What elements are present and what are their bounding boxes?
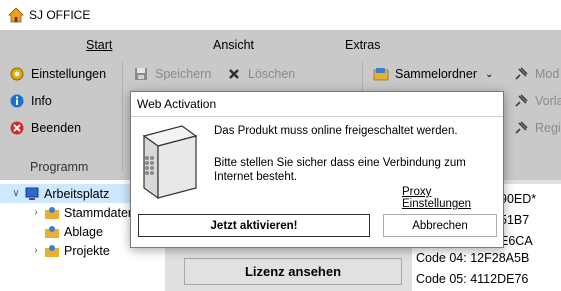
product-box-icon — [142, 125, 198, 200]
register-button[interactable]: Regi — [513, 118, 561, 138]
sammelordner-button[interactable]: Sammelordner ⌄ — [373, 64, 493, 84]
delete-icon — [229, 69, 239, 79]
folder-people-icon — [45, 206, 59, 219]
house-icon — [8, 7, 24, 23]
proxy-settings-link[interactable]: Proxy Einstellungen — [402, 186, 503, 210]
beenden-button[interactable]: Beenden — [9, 118, 81, 138]
tab-ansicht[interactable]: Ansicht — [213, 38, 254, 52]
vorlage-label: Vorla — [535, 94, 561, 108]
info-button[interactable]: Info — [9, 91, 52, 111]
tree-item-label: Stammdaten — [64, 205, 135, 220]
folder-people-icon — [45, 244, 59, 257]
activate-button[interactable]: Jetzt aktivieren! — [137, 213, 371, 238]
beenden-label: Beenden — [31, 121, 82, 135]
loeschen-button[interactable]: Löschen — [226, 64, 295, 84]
dialog-message: Bitte stellen Sie sicher dass eine Verbi… — [214, 157, 466, 183]
group-label-programm: Programm — [30, 160, 89, 174]
chevron-down-icon: ⌄ — [484, 68, 494, 80]
modul-button[interactable]: Mod — [513, 64, 559, 84]
pin-icon — [515, 94, 528, 107]
folder-people-icon — [45, 225, 59, 238]
window-title: SJ OFFICE — [29, 8, 91, 22]
save-icon — [135, 68, 147, 80]
pin-icon — [515, 121, 528, 134]
info-icon — [10, 94, 24, 108]
code-line: 90ED* — [500, 192, 537, 206]
web-activation-dialog: Web Activation Das Produkt muss online f… — [130, 91, 504, 248]
dialog-message: Das Produkt muss online freigeschaltet w… — [214, 125, 458, 137]
speichern-button[interactable]: Speichern — [133, 64, 211, 84]
info-label: Info — [31, 94, 52, 108]
gear-icon — [10, 67, 24, 81]
tab-start[interactable]: Start — [86, 38, 112, 52]
code-line: E6CA — [500, 234, 533, 248]
ribbon-separator — [122, 62, 123, 172]
dialog-title: Web Activation — [137, 97, 217, 111]
modul-label: Mod — [535, 67, 560, 81]
register-label: Regi — [535, 121, 561, 135]
tree-item-label: Arbeitsplatz — [44, 186, 110, 201]
chevron-right-icon[interactable]: › — [30, 207, 42, 218]
code-line: 51B7 — [500, 213, 530, 227]
speichern-label: Speichern — [155, 67, 212, 81]
lizenz-ansehen-button[interactable]: Lizenz ansehen — [184, 258, 402, 285]
title-bar: SJ OFFICE — [0, 0, 561, 30]
computer-icon — [25, 187, 39, 200]
tree-item-label: Projekte — [64, 243, 110, 258]
loeschen-label: Löschen — [248, 67, 296, 81]
dialog-title-bar: Web Activation — [131, 92, 503, 117]
pin-icon — [515, 67, 528, 80]
einstellungen-label: Einstellungen — [31, 67, 107, 81]
code-line: Code 04: 12F28A5B — [416, 251, 530, 265]
sammelordner-label: Sammelordner — [395, 67, 477, 81]
vorlage-button[interactable]: Vorla — [513, 91, 561, 111]
tree-item-label: Ablage — [64, 224, 103, 239]
chevron-down-icon[interactable]: ∨ — [10, 188, 22, 199]
einstellungen-button[interactable]: Einstellungen — [9, 64, 106, 84]
tab-extras[interactable]: Extras — [345, 38, 380, 52]
cancel-button[interactable]: Abbrechen — [383, 214, 497, 237]
chevron-right-icon[interactable]: › — [30, 245, 42, 256]
code-line: Code 05: 4112DE76 — [416, 272, 529, 286]
folder-icon — [373, 68, 389, 81]
close-icon — [10, 121, 24, 135]
